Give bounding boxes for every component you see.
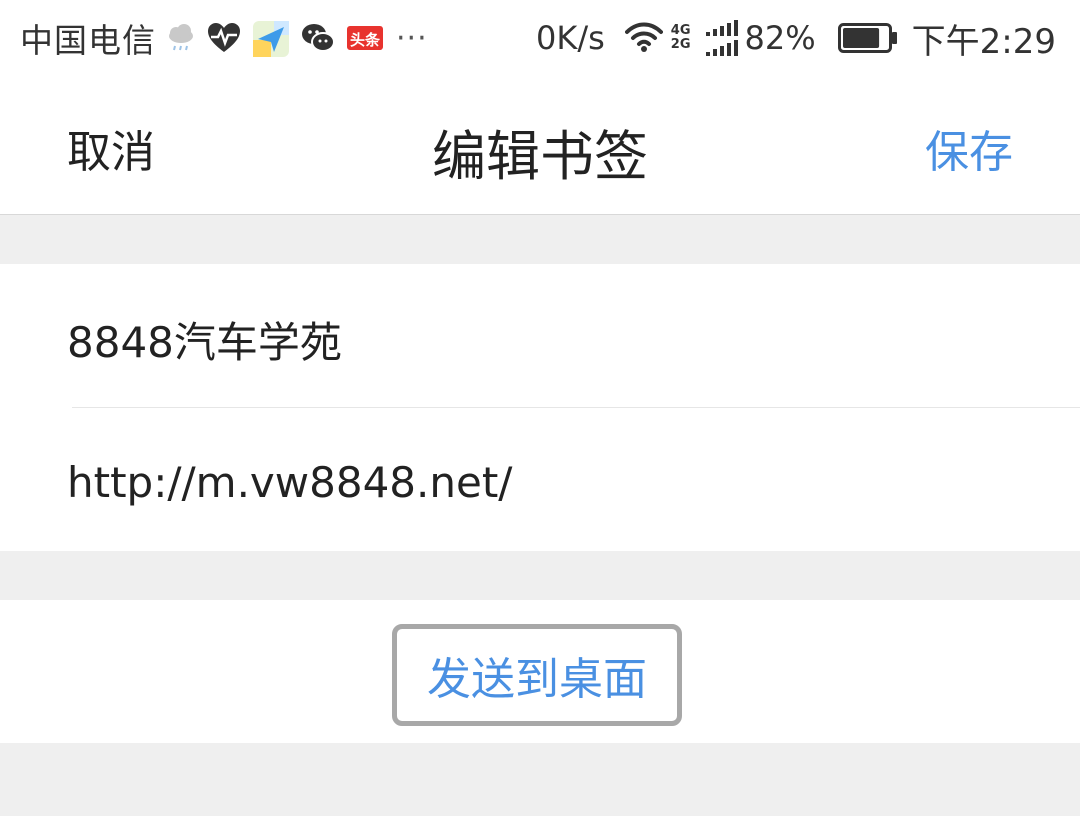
battery-fill [842,28,879,48]
maps-icon [252,20,290,57]
title-bar: 取消 编辑书签 保存 [0,76,1080,215]
field-divider [72,407,1080,408]
page-title: 编辑书签 [432,125,648,188]
battery-percentage: 82% [744,19,816,57]
carrier-name: 中国电信 [20,21,156,60]
network-type-primary: 4G [670,23,691,38]
network-type: 4G 2G [671,24,691,52]
bookmark-title-input[interactable] [67,299,1067,379]
status-time: 下午2:29 [911,21,1056,62]
toutiao-icon: 头条 [346,20,384,56]
toutiao-label: 头条 [350,31,381,49]
wechat-icon [300,20,336,56]
wifi-icon [624,20,663,56]
weather-rain-icon [166,20,196,56]
network-speed: 0K/s [536,19,605,57]
battery-icon [837,20,898,56]
more-notifications-indicator: ··· [396,20,428,56]
bookmark-url-input[interactable] [67,442,1067,522]
edit-bookmark-screen: 中国电信 头条 ··· 0K/s 4G 2G 82% 下午2:29 取消 编辑书… [0,0,1080,816]
status-right: 0K/s 4G 2G 82% 下午2:29 [536,14,1056,62]
save-button[interactable]: 保存 [925,116,1013,180]
health-heart-icon [206,20,242,56]
send-to-desktop-row: 发送到桌面 [0,600,1080,743]
network-type-secondary: 2G [670,37,691,52]
status-bar: 中国电信 头条 ··· 0K/s 4G 2G 82% 下午2:29 [0,0,1080,76]
status-left: 中国电信 头条 ··· [20,14,428,62]
signal-strength-icon [705,20,739,56]
send-to-desktop-button[interactable]: 发送到桌面 [392,624,682,726]
bookmark-form [0,264,1080,551]
